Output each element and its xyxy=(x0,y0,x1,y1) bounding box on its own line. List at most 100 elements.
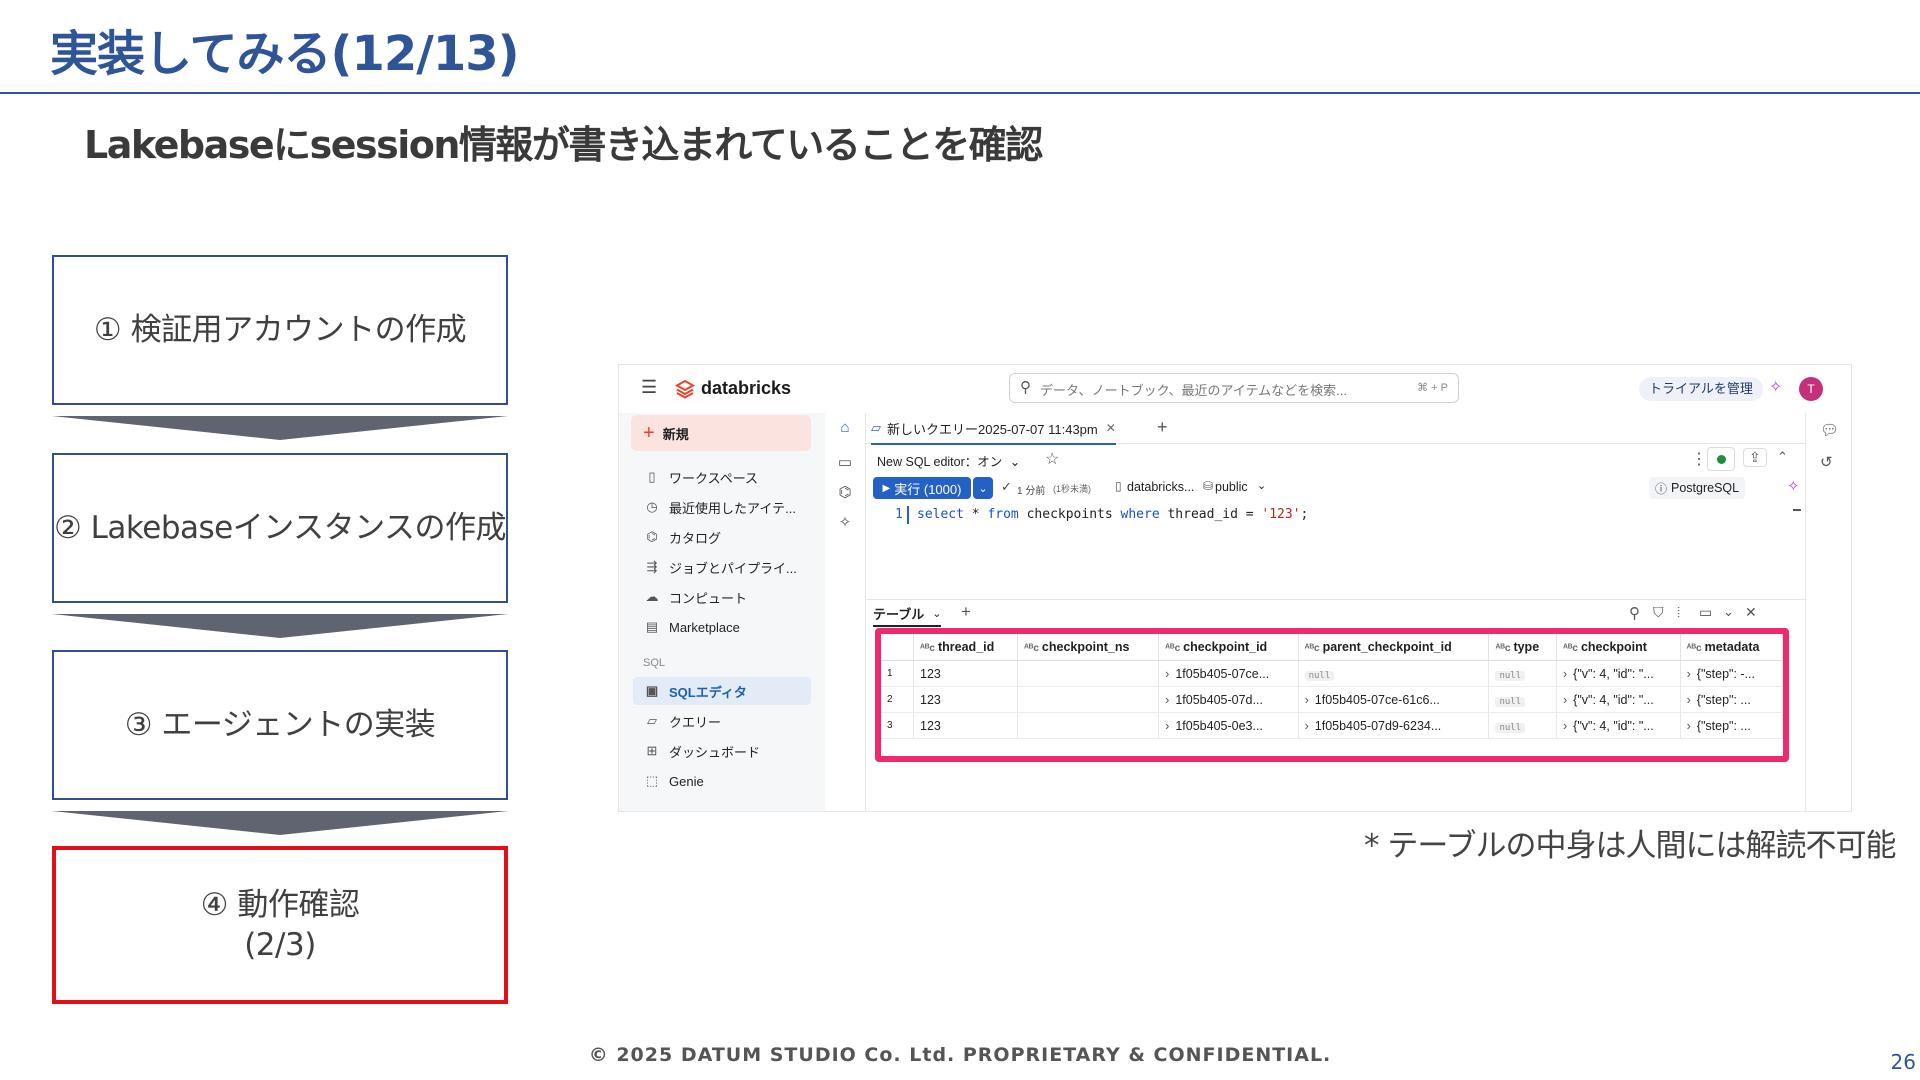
tab-new-query[interactable]: ▱ 新しいクエリー2025-07-07 11:43pm ✕ xyxy=(871,413,1116,445)
step-arrow-2 xyxy=(52,614,508,638)
expand-chevron-icon[interactable]: › xyxy=(1165,693,1169,707)
step-arrow-3 xyxy=(52,811,508,835)
cell-thread-id[interactable]: 123 xyxy=(913,712,1018,739)
cell-checkpoint-ns[interactable] xyxy=(1017,712,1160,739)
star-icon[interactable]: ☆ xyxy=(1045,449,1059,469)
column-header[interactable]: ᴬᴮc checkpoint xyxy=(1556,634,1681,661)
add-tab-icon[interactable]: + xyxy=(1157,417,1168,438)
cell-parent-checkpoint-id[interactable]: › 1f05b405-07ce-61c6... xyxy=(1298,686,1490,713)
history-icon[interactable]: ↺ xyxy=(1820,453,1833,471)
manage-trial-button[interactable]: トライアルを管理 xyxy=(1639,377,1763,401)
sidebar-item-jobs[interactable]: ⇶ ジョブとパイプライ... xyxy=(633,553,811,581)
cell-metadata[interactable]: › {"step": -... xyxy=(1680,660,1784,687)
cell-checkpoint-id[interactable]: › 1f05b405-07ce... xyxy=(1158,660,1299,687)
assistant-sparkle-icon[interactable]: ✧ xyxy=(1787,477,1800,495)
comment-icon[interactable]: 💬︎ xyxy=(1820,421,1839,439)
expand-chevron-icon[interactable]: › xyxy=(1305,693,1309,707)
sidebar-item-recents[interactable]: ◷ 最近使用したアイテ... xyxy=(633,493,811,521)
catalog-selector[interactable]: databricks... xyxy=(1127,480,1194,494)
sidebar-item-catalog[interactable]: ⌬ カタログ xyxy=(633,523,811,551)
search-icon[interactable]: ⚲ xyxy=(1629,604,1640,622)
cell-parent-checkpoint-id[interactable]: null xyxy=(1298,660,1490,687)
cell-type[interactable]: null xyxy=(1488,712,1557,739)
column-header[interactable]: ᴬᴮc thread_id xyxy=(913,634,1018,661)
expand-chevron-icon[interactable]: › xyxy=(1305,719,1309,733)
assistant-icon[interactable]: ✧ xyxy=(836,513,854,531)
column-header[interactable]: ᴬᴮc checkpoint_ns xyxy=(1017,634,1160,661)
column-header[interactable]: ᴬᴮc type xyxy=(1488,634,1557,661)
cell-checkpoint-id[interactable]: › 1f05b405-07d... xyxy=(1158,686,1299,713)
panel-icon[interactable]: ▭ xyxy=(1699,604,1712,621)
schema-selector[interactable]: public xyxy=(1215,480,1248,494)
expand-chevron-icon[interactable]: › xyxy=(1687,719,1691,733)
engine-selector[interactable]: ⓘ PostgreSQL xyxy=(1649,477,1746,499)
sidebar-item-workspace[interactable]: ▯ ワークスペース xyxy=(633,463,811,491)
cell-type[interactable]: null xyxy=(1488,686,1557,713)
columns-icon[interactable]: ⦙ xyxy=(1677,604,1680,621)
cell-thread-id[interactable]: 123 xyxy=(913,660,1018,687)
close-tab-icon[interactable]: ✕ xyxy=(1106,421,1116,435)
slide-subtitle: Lakebaseにsession情報が書き込まれていることを確認 xyxy=(84,123,1043,167)
sql-semicolon: ; xyxy=(1300,507,1309,522)
connection-status-button[interactable] xyxy=(1707,447,1735,471)
run-button[interactable]: ▶ 実行 (1000) xyxy=(873,477,971,499)
close-icon[interactable]: ✕ xyxy=(1745,604,1757,621)
table-row[interactable]: 2 123 › 1f05b405-07d... › 1f05b405-07ce-61… xyxy=(881,686,1784,713)
query-file-icon: ▱ xyxy=(871,420,881,435)
cell-metadata[interactable]: › {"step": ... xyxy=(1680,686,1784,713)
cell-thread-id[interactable]: 123 xyxy=(913,686,1018,713)
expand-chevron-icon[interactable]: › xyxy=(1563,667,1567,681)
filter-icon[interactable]: ⛉ xyxy=(1653,604,1664,621)
share-icon[interactable]: ⇪ xyxy=(1743,448,1767,467)
new-button[interactable]: + 新規 xyxy=(631,415,811,451)
collapse-icon[interactable]: ⌃ xyxy=(1777,449,1788,465)
table-row[interactable]: 3 123 › 1f05b405-0e3... › 1f05b405-07d9-62… xyxy=(881,712,1784,739)
tab-results-table[interactable]: テーブル ⌄ xyxy=(873,604,942,627)
add-visualization-icon[interactable]: + xyxy=(961,602,971,622)
cell-metadata[interactable]: › {"step": ... xyxy=(1680,712,1784,739)
info-icon: ⓘ xyxy=(1655,481,1668,496)
folder-icon: ▯ xyxy=(648,469,656,484)
column-header[interactable]: ᴬᴮc checkpoint_id xyxy=(1158,634,1299,661)
cell-checkpoint[interactable]: › {"v": 4, "id": "... xyxy=(1556,712,1681,739)
expand-chevron-icon[interactable]: › xyxy=(1165,667,1169,681)
editor-mode-toggle[interactable]: New SQL editor：オン ⌄ xyxy=(877,451,1020,470)
column-header[interactable]: ᴬᴮc parent_checkpoint_id xyxy=(1298,634,1490,661)
global-search-input[interactable]: ⚲ データ、ノートブック、最近のアイテムなどを検索... ⌘ + P xyxy=(1009,373,1459,403)
step-3-box: ③ エージェントの実装 xyxy=(52,650,508,800)
sidebar-item-marketplace[interactable]: ▤ Marketplace xyxy=(633,613,811,641)
sql-keyword-where: where xyxy=(1120,507,1160,522)
folder-icon[interactable]: ▭ xyxy=(836,453,854,471)
run-options-button[interactable]: ⌄ xyxy=(973,477,993,499)
cell-checkpoint-id[interactable]: › 1f05b405-0e3... xyxy=(1158,712,1299,739)
user-avatar[interactable]: T xyxy=(1799,377,1823,401)
expand-chevron-icon[interactable]: › xyxy=(1687,693,1691,707)
expand-chevron-icon[interactable]: › xyxy=(1165,719,1169,733)
home-icon[interactable]: ⌂ xyxy=(836,419,854,436)
sql-code-line[interactable]: select * from checkpoints where thread_i… xyxy=(917,507,1308,522)
cell-parent-checkpoint-id[interactable]: › 1f05b405-07d9-6234... xyxy=(1298,712,1490,739)
sidebar-item-label: ダッシュボード xyxy=(669,744,761,760)
assistant-sparkle-icon[interactable]: ✧ xyxy=(1769,377,1782,397)
column-header[interactable]: ᴬᴮc metadata xyxy=(1680,634,1784,661)
expand-chevron-icon[interactable]: › xyxy=(1563,719,1567,733)
table-row[interactable]: 1 123 › 1f05b405-07ce... null null › {"v":… xyxy=(881,660,1784,687)
expand-chevron-icon[interactable]: › xyxy=(1687,667,1691,681)
chevron-down-icon[interactable]: ⌄ xyxy=(1723,604,1734,620)
sidebar-item-queries[interactable]: ▱ クエリー xyxy=(633,707,811,735)
more-options-icon[interactable]: ⋮ xyxy=(1691,449,1707,469)
expand-chevron-icon[interactable]: › xyxy=(1563,693,1567,707)
sidebar-item-genie[interactable]: ⬚ Genie xyxy=(633,767,811,795)
cell-checkpoint[interactable]: › {"v": 4, "id": "... xyxy=(1556,686,1681,713)
sidebar-item-sql-editor[interactable]: ▣ SQLエディタ xyxy=(633,677,811,705)
column-header-label: checkpoint_id xyxy=(1183,640,1268,654)
connected-dot-icon xyxy=(1716,454,1726,464)
catalog-icon[interactable]: ⌬ xyxy=(836,483,854,501)
sidebar-item-compute[interactable]: ☁ コンピュート xyxy=(633,583,811,611)
menu-icon[interactable]: ☰ xyxy=(641,377,657,398)
cell-checkpoint[interactable]: › {"v": 4, "id": "... xyxy=(1556,660,1681,687)
cell-checkpoint-ns[interactable] xyxy=(1017,686,1160,713)
cell-checkpoint-ns[interactable] xyxy=(1017,660,1160,687)
cell-type[interactable]: null xyxy=(1488,660,1557,687)
sidebar-item-dashboards[interactable]: ⊞ ダッシュボード xyxy=(633,737,811,765)
